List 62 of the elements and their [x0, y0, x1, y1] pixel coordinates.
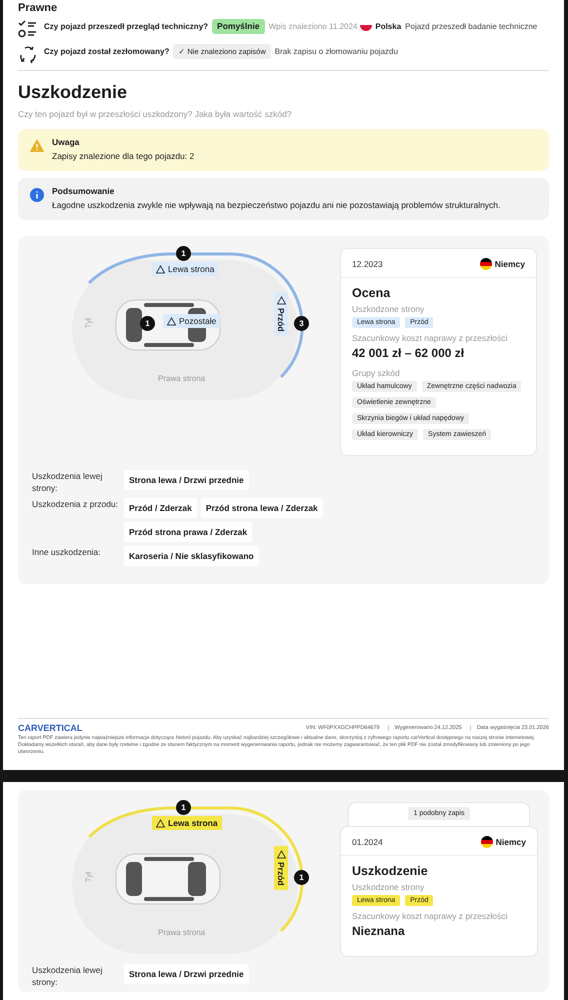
- country-name: Polska: [375, 22, 402, 31]
- warning-icon: [156, 264, 165, 274]
- damage-zone-label: Przód: [274, 846, 288, 890]
- damage-zone-label: Przód: [274, 292, 288, 336]
- cost-label: Szacunkowy koszt naprawy z przeszłości: [352, 333, 508, 343]
- flag-icon: [480, 258, 492, 270]
- warning-icon: [276, 296, 286, 305]
- damage-count-badge: 1: [176, 246, 191, 261]
- checklist-icon: [18, 19, 38, 39]
- section-title: Uszkodzenie: [18, 81, 128, 103]
- alert-title: Podsumowanie: [52, 186, 116, 196]
- detail-label: Uszkodzenia z przodu:: [32, 498, 119, 510]
- repair-cost: Nieznana: [352, 924, 406, 938]
- recycle-icon: [18, 44, 38, 64]
- warning-icon: [167, 316, 176, 326]
- record-found-text: Wpis znaleziono 11.2024: [268, 22, 358, 31]
- sides-label: Uszkodzone strony: [352, 304, 426, 314]
- country-name: Niemcy: [496, 837, 526, 847]
- alert-text: Zapisy znalezione dla tego pojazdu: 2: [52, 151, 194, 161]
- status-badge: Pomyślnie: [212, 19, 265, 34]
- check-description: Pojazd przeszedł badanie techniczne: [405, 22, 538, 31]
- damage-part-tag: Strona lewa / Drzwi przednie: [124, 964, 249, 984]
- check-question: Czy pojazd został zezłomowany?: [44, 47, 170, 56]
- check-question: Czy pojazd przeszedł przegląd techniczny?: [44, 22, 208, 31]
- damage-count-badge: 1: [176, 800, 191, 815]
- right-side-label: Prawa strona: [158, 374, 206, 383]
- rear-label: Tył: [84, 872, 93, 882]
- section-heading: Prawne: [18, 2, 58, 14]
- warning-icon: [30, 139, 44, 153]
- detail-label: Uszkodzenia lewej strony:: [32, 964, 104, 988]
- section-subtitle: Czy ten pojazd był w przeszłości uszkodzony? Jaka była wartość szkód?: [18, 109, 293, 119]
- record-date: 01.2024: [352, 837, 383, 847]
- flag-icon: [480, 836, 493, 848]
- cost-label: Szacunkowy koszt naprawy z przeszłości: [352, 911, 508, 921]
- damage-zone-label: Lewa strona: [152, 816, 222, 830]
- damage-count-badge: 3: [294, 316, 309, 331]
- rear-label: Tył: [84, 318, 93, 328]
- groups-label: Grupy szkód: [352, 368, 401, 378]
- sides-label: Uszkodzone strony: [352, 882, 426, 892]
- info-icon: [30, 188, 44, 202]
- repair-cost: 42 001 zł – 62 000 zł: [352, 346, 466, 360]
- alert-text: Łagodne uszkodzenia zwykle nie wpływają na bezpieczeństwo pojazdu ani nie pozostawiają problemów strukturalnych.: [52, 200, 500, 210]
- warning-icon: [156, 818, 165, 828]
- damage-zone-label: Pozostałe: [163, 314, 220, 328]
- right-side-label: Prawa strona: [158, 928, 206, 937]
- country-name: Niemcy: [494, 259, 525, 269]
- detail-label: Uszkodzenia lewej strony:: [32, 470, 104, 494]
- check-description: Brak zapisu o złomowaniu pojazdu: [274, 47, 398, 56]
- detail-label: Inne uszkodzenia:: [32, 546, 102, 558]
- damage-part-tag: Strona lewa / Drzwi przednie: [124, 470, 249, 490]
- damage-part-tag: Przód / Zderzak: [124, 498, 197, 518]
- record-title: Uszkodzenie: [352, 864, 429, 878]
- damage-part-tag: Przód strona prawa / Zderzak: [124, 522, 252, 542]
- record-date: 12.2023: [352, 259, 383, 269]
- damage-part-tag: Przód strona lewa / Zderzak: [200, 498, 323, 518]
- damage-zone-label: Lewa strona: [152, 262, 218, 276]
- alert-title: Uwaga: [52, 137, 80, 147]
- record-title: Ocena: [352, 286, 392, 300]
- brand-logo: CARVERTICAL: [18, 723, 84, 733]
- damage-count-badge: 1: [294, 870, 309, 885]
- damage-part-tag: Karoseria / Nie sklasyfikowano: [124, 546, 259, 566]
- warning-icon: [276, 850, 286, 859]
